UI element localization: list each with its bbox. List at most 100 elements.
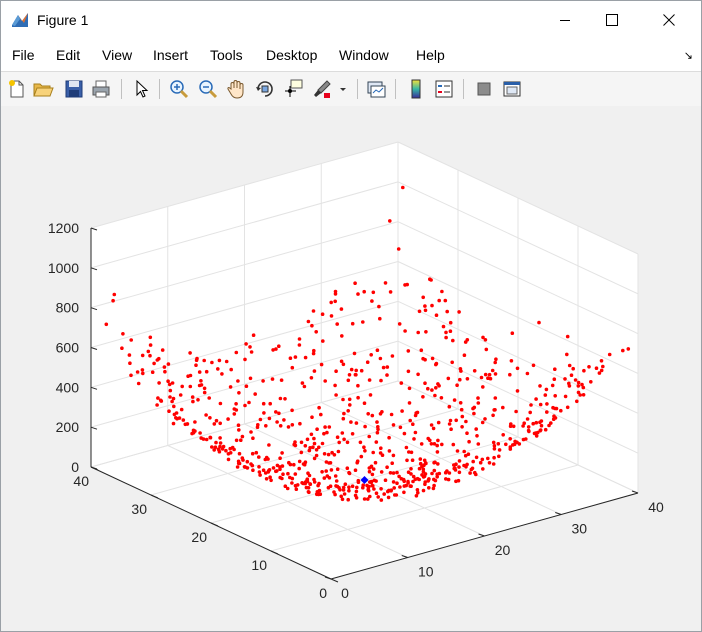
scatter-point — [322, 431, 326, 436]
link-plot-icon[interactable] — [365, 78, 387, 100]
x-tick-label: 30 — [571, 521, 587, 537]
figure-window: Figure 1 File Edit View Insert Tools Des… — [0, 0, 702, 632]
menu-window[interactable]: Window — [339, 47, 389, 63]
scatter-point — [190, 395, 195, 399]
zoom-out-icon[interactable] — [197, 78, 219, 100]
scatter-point — [589, 380, 593, 384]
scatter-point — [267, 443, 271, 447]
scatter-point — [244, 342, 248, 346]
maximize-button[interactable] — [589, 1, 635, 39]
scatter-point — [458, 401, 463, 405]
menu-desktop[interactable]: Desktop — [266, 47, 317, 63]
scatter-point — [162, 365, 167, 369]
scatter-point — [226, 417, 230, 421]
scatter-point — [463, 340, 468, 344]
zoom-in-icon[interactable] — [168, 78, 190, 100]
scatter-point — [217, 449, 222, 454]
scatter-point — [369, 353, 374, 357]
scatter-point — [141, 371, 145, 376]
scatter-point — [430, 471, 434, 476]
insert-legend-icon[interactable] — [433, 78, 455, 100]
brush-icon[interactable] — [311, 78, 333, 100]
scatter-point — [218, 436, 222, 440]
scatter-point — [300, 381, 305, 385]
scatter-point — [312, 369, 317, 373]
scatter-point — [421, 395, 425, 399]
open-file-icon[interactable] — [32, 78, 54, 100]
menu-help[interactable]: Help — [416, 47, 445, 63]
scatter-point — [261, 379, 265, 383]
scatter-point — [553, 394, 557, 398]
minimize-button[interactable] — [542, 1, 588, 39]
scatter-point — [277, 411, 281, 416]
hide-plot-tools-icon[interactable] — [473, 78, 495, 100]
scatter-point — [383, 478, 388, 483]
scatter-point — [342, 411, 346, 416]
close-button[interactable] — [646, 1, 692, 39]
scatter-point — [201, 437, 206, 441]
scatter-point — [401, 185, 405, 190]
menu-tools[interactable]: Tools — [210, 47, 243, 63]
scatter-point — [251, 436, 255, 441]
scatter-point — [395, 481, 399, 486]
scatter-point — [515, 389, 520, 393]
print-icon[interactable] — [90, 78, 112, 100]
scatter-point — [340, 334, 344, 338]
edit-plot-arrow-icon[interactable] — [131, 78, 153, 100]
x-tick-label: 40 — [648, 499, 664, 515]
scatter-point — [492, 455, 496, 460]
scatter-point — [385, 365, 390, 369]
scatter-point — [456, 478, 461, 483]
insert-colorbar-icon[interactable] — [405, 78, 427, 100]
scatter-point — [329, 468, 334, 472]
scatter-point — [370, 483, 375, 488]
scatter-point — [348, 403, 352, 407]
pan-hand-icon[interactable] — [225, 78, 247, 100]
scatter-point — [452, 466, 457, 471]
title-bar: Figure 1 — [1, 1, 701, 39]
brush-dropdown-icon[interactable] — [337, 78, 349, 100]
scatter-point — [398, 485, 402, 489]
scatter-point — [444, 335, 448, 340]
scatter-point — [417, 309, 422, 314]
scatter-point — [303, 355, 308, 360]
scatter-point — [421, 356, 425, 361]
save-icon[interactable] — [63, 78, 85, 100]
scatter-point — [462, 463, 466, 468]
scatter-point — [198, 431, 202, 435]
scatter-point — [397, 474, 401, 479]
scatter-point — [236, 461, 241, 466]
scatter-point — [186, 374, 190, 379]
scatter-point — [181, 418, 186, 422]
rotate-3d-icon[interactable] — [254, 78, 276, 100]
new-figure-icon[interactable] — [6, 78, 28, 100]
scatter-point — [188, 351, 192, 355]
menu-view[interactable]: View — [102, 47, 132, 63]
scatter-point — [381, 365, 386, 370]
scatter-point — [508, 445, 513, 449]
menu-insert[interactable]: Insert — [153, 47, 188, 63]
show-plot-tools-icon[interactable] — [501, 78, 523, 100]
scatter-point — [355, 460, 360, 465]
scatter-point — [514, 409, 518, 414]
scatter-point — [567, 363, 572, 368]
scatter-point — [626, 347, 631, 351]
scatter-point — [411, 422, 415, 427]
scatter-point — [494, 357, 498, 361]
scatter-point — [539, 423, 544, 428]
menu-file[interactable]: File — [12, 47, 35, 63]
scatter-point — [440, 289, 444, 294]
scatter-point — [563, 394, 568, 399]
dock-figure-icon[interactable]: ↘ — [684, 49, 693, 62]
scatter-point — [157, 381, 161, 385]
scatter-point — [418, 457, 423, 461]
scatter3d-axes[interactable]: 010203040010203040020040060080010001200 — [1, 106, 701, 631]
scatter-point — [405, 458, 409, 463]
data-cursor-icon[interactable] — [282, 78, 304, 100]
scatter-point — [172, 404, 176, 409]
scatter-point — [334, 393, 338, 397]
scatter-point — [376, 425, 380, 429]
scatter-point — [354, 489, 359, 494]
scatter-point — [232, 412, 237, 416]
menu-edit[interactable]: Edit — [56, 47, 80, 63]
